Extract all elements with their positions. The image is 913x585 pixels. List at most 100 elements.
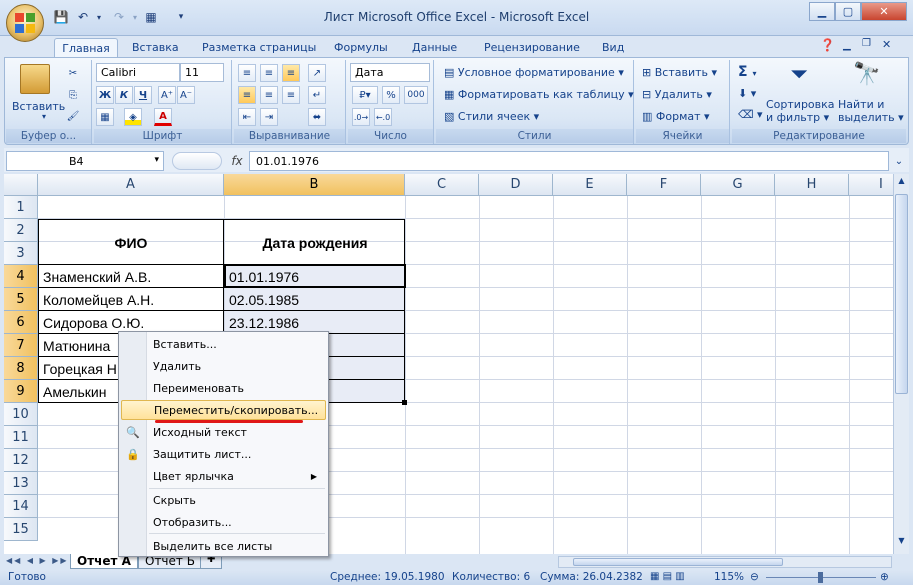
insert-function-icon[interactable]: fx xyxy=(226,151,248,171)
row-header-8[interactable]: 8 xyxy=(4,357,38,380)
tab-review[interactable]: Рецензирование xyxy=(478,38,586,58)
close-icon[interactable]: ✕ xyxy=(861,2,907,21)
paste-button[interactable]: Вставить xyxy=(12,100,65,113)
decrease-indent-icon[interactable]: ⇤ xyxy=(238,108,256,126)
col-header-e[interactable]: E xyxy=(553,174,627,196)
ribbon-close-icon[interactable]: ✕ xyxy=(882,38,891,51)
row-header-2[interactable]: 2 xyxy=(4,219,38,242)
menu-item-hide[interactable]: Скрыть xyxy=(153,490,325,510)
row-header-7[interactable]: 7 xyxy=(4,334,38,357)
formula-expand-handle[interactable] xyxy=(172,152,222,170)
fill-handle[interactable] xyxy=(402,400,407,405)
align-bottom-icon[interactable]: ≡ xyxy=(282,64,300,82)
select-all-corner[interactable] xyxy=(4,174,38,196)
delete-cells-button[interactable]: ⊟ Удалить ▾ xyxy=(642,88,712,101)
menu-item-delete[interactable]: Удалить xyxy=(153,356,325,376)
borders-icon[interactable]: ▦ xyxy=(96,108,114,126)
cell-styles-button[interactable]: ▧ Стили ячеек ▾ xyxy=(444,110,539,123)
paste-dropdown-icon[interactable]: ▾ xyxy=(42,112,46,121)
menu-item-unhide[interactable]: Отобразить... xyxy=(153,512,325,532)
row-header-4[interactable]: 4 xyxy=(4,265,38,288)
horizontal-scrollbar[interactable] xyxy=(558,556,892,568)
col-header-c[interactable]: C xyxy=(405,174,479,196)
tab-page-layout[interactable]: Разметка страницы xyxy=(196,38,322,58)
scroll-up-icon[interactable]: ▲ xyxy=(895,176,908,190)
row-header-14[interactable]: 14 xyxy=(4,495,38,518)
menu-item-rename[interactable]: Переименовать xyxy=(153,378,325,398)
col-header-b[interactable]: B xyxy=(224,174,405,196)
row-header-3[interactable]: 3 xyxy=(4,242,38,265)
italic-button[interactable]: К xyxy=(115,86,133,104)
menu-item-insert[interactable]: Вставить... xyxy=(153,334,325,354)
format-as-table-button[interactable]: ▦ Форматировать как таблицу ▾ xyxy=(444,88,634,101)
align-left-icon[interactable]: ≡ xyxy=(238,86,256,104)
align-center-icon[interactable]: ≡ xyxy=(260,86,278,104)
align-middle-icon[interactable]: ≡ xyxy=(260,64,278,82)
menu-item-select-all-sheets[interactable]: Выделить все листы xyxy=(153,536,325,556)
menu-item-move-copy[interactable]: Переместить/скопировать... xyxy=(121,400,326,420)
underline-button[interactable]: Ч xyxy=(134,86,152,104)
orientation-icon[interactable]: ↗ xyxy=(308,64,326,82)
decrease-font-icon[interactable]: A⁻ xyxy=(177,86,195,104)
sort-filter-button[interactable]: Сортировка и фильтр ▾ xyxy=(766,98,835,124)
row-header-1[interactable]: 1 xyxy=(4,196,38,219)
name-box-dropdown-icon[interactable]: ▾ xyxy=(154,155,159,165)
col-header-a[interactable]: A xyxy=(38,174,224,196)
col-header-g[interactable]: G xyxy=(701,174,775,196)
align-top-icon[interactable]: ≡ xyxy=(238,64,256,82)
font-name-combo[interactable]: Calibri xyxy=(96,63,180,82)
decrease-decimal-icon[interactable]: ←.0 xyxy=(374,108,392,126)
maximize-icon[interactable]: ▢ xyxy=(835,2,861,21)
scroll-thumb[interactable] xyxy=(895,194,908,394)
row-header-15[interactable]: 15 xyxy=(4,518,38,541)
align-right-icon[interactable]: ≡ xyxy=(282,86,300,104)
number-format-combo[interactable]: Дата xyxy=(350,63,430,82)
office-button[interactable] xyxy=(6,4,44,42)
row-header-5[interactable]: 5 xyxy=(4,288,38,311)
zoom-level[interactable]: 115% xyxy=(714,571,744,583)
help-icon[interactable]: ❓ xyxy=(820,38,835,52)
row-header-10[interactable]: 10 xyxy=(4,403,38,426)
col-header-f[interactable]: F xyxy=(627,174,701,196)
tab-formulas[interactable]: Формулы xyxy=(328,38,394,58)
currency-icon[interactable]: ₽▾ xyxy=(352,86,378,104)
tab-data[interactable]: Данные xyxy=(406,38,463,58)
h-scroll-thumb[interactable] xyxy=(573,558,783,566)
zoom-slider-thumb[interactable] xyxy=(818,572,823,583)
ribbon-restore-icon[interactable]: ❐ xyxy=(862,38,871,49)
font-size-combo[interactable]: 11 xyxy=(180,63,224,82)
minimize-icon[interactable]: ▁ xyxy=(809,2,835,21)
row-header-9[interactable]: 9 xyxy=(4,380,38,403)
row-header-12[interactable]: 12 xyxy=(4,449,38,472)
name-box[interactable]: B4 ▾ xyxy=(6,151,164,171)
tab-home[interactable]: Главная xyxy=(54,38,118,58)
zoom-out-icon[interactable]: ⊖ xyxy=(750,571,759,583)
tab-view[interactable]: Вид xyxy=(596,38,630,58)
col-header-h[interactable]: H xyxy=(775,174,849,196)
bold-button[interactable]: Ж xyxy=(96,86,114,104)
ribbon-minimize-icon[interactable]: ▁ xyxy=(843,40,851,51)
col-header-i[interactable]: I xyxy=(849,174,893,196)
sheet-nav-icons[interactable]: ◀◀ ◀ ▶ ▶▶ xyxy=(6,556,69,565)
tab-insert[interactable]: Вставка xyxy=(126,38,185,58)
format-cells-button[interactable]: ▥ Формат ▾ xyxy=(642,110,710,123)
insert-cells-button[interactable]: ⊞ Вставить ▾ xyxy=(642,66,717,79)
menu-item-protect-sheet[interactable]: Защитить лист... xyxy=(153,444,325,464)
row-header-6[interactable]: 6 xyxy=(4,311,38,334)
fill-icon[interactable]: ⬇ ▾ xyxy=(738,87,756,100)
thousands-button[interactable]: 000 xyxy=(404,86,428,104)
percent-button[interactable]: % xyxy=(382,86,400,104)
increase-decimal-icon[interactable]: .0→ xyxy=(352,108,370,126)
fill-color-icon[interactable]: ◈ xyxy=(124,108,142,126)
row-header-13[interactable]: 13 xyxy=(4,472,38,495)
cut-icon[interactable]: ✂ xyxy=(64,64,82,82)
conditional-formatting-button[interactable]: ▤ Условное форматирование ▾ xyxy=(444,66,624,79)
autosum-button[interactable]: Σ ▾ xyxy=(738,64,756,80)
find-select-button[interactable]: Найти и выделить ▾ xyxy=(838,98,904,124)
vertical-scrollbar[interactable]: ▲ ▼ xyxy=(893,174,909,554)
menu-item-view-code[interactable]: Исходный текст xyxy=(153,422,325,442)
increase-indent-icon[interactable]: ⇥ xyxy=(260,108,278,126)
format-painter-icon[interactable]: 🖌 xyxy=(64,107,82,125)
copy-icon[interactable]: ⎘ xyxy=(64,86,82,104)
formula-expand-icon[interactable]: ⌄ xyxy=(891,151,907,171)
